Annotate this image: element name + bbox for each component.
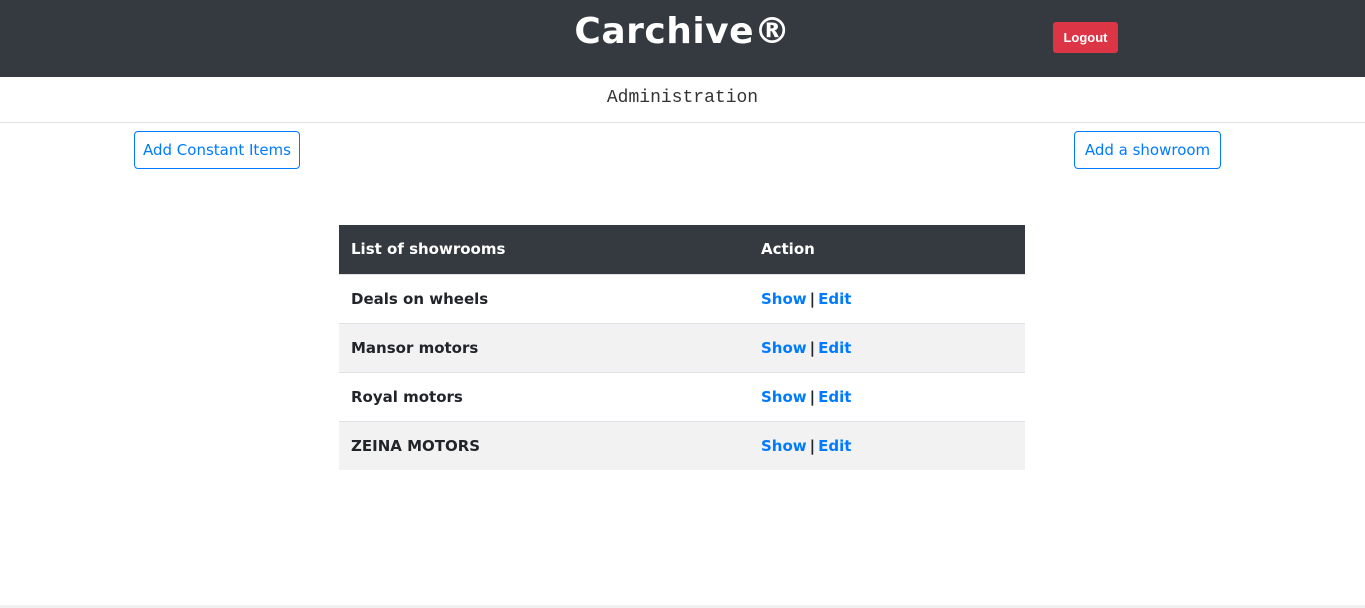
showrooms-table-container: List of showrooms Action Deals on wheels…	[339, 225, 1025, 470]
add-constant-items-button[interactable]: Add Constant Items	[134, 131, 300, 169]
separator: |	[809, 387, 816, 406]
column-header-showrooms: List of showrooms	[351, 240, 506, 259]
edit-link[interactable]: Edit	[818, 388, 851, 406]
action-cell: Show | Edit	[749, 274, 1025, 323]
edit-link[interactable]: Edit	[818, 437, 851, 455]
action-cell: Show | Edit	[749, 372, 1025, 421]
action-cell: Show | Edit	[749, 323, 1025, 372]
table-row: Mansor motors Show | Edit	[339, 323, 1025, 372]
page-title: Administration	[606, 88, 759, 108]
table-row: Royal motors Show | Edit	[339, 372, 1025, 421]
table-row: Deals on wheels Show | Edit	[339, 274, 1025, 323]
showroom-name: Deals on wheels	[351, 289, 489, 308]
separator: |	[809, 338, 816, 357]
table-header-row: List of showrooms Action	[339, 225, 1025, 274]
show-link[interactable]: Show	[761, 339, 807, 357]
separator: |	[809, 289, 816, 308]
action-cell: Show | Edit	[749, 421, 1025, 470]
logout-button[interactable]: Logout	[1053, 22, 1118, 53]
brand-title: Carchive®	[574, 11, 791, 52]
edit-link[interactable]: Edit	[818, 290, 851, 308]
add-showroom-button[interactable]: Add a showroom	[1074, 131, 1221, 169]
separator: |	[809, 436, 816, 455]
show-link[interactable]: Show	[761, 290, 807, 308]
edit-link[interactable]: Edit	[818, 339, 851, 357]
showroom-name: ZEINA MOTORS	[351, 436, 481, 455]
showroom-name: Mansor motors	[351, 338, 479, 357]
showrooms-table: List of showrooms Action Deals on wheels…	[339, 225, 1025, 470]
top-navbar: Carchive® Logout	[0, 0, 1365, 77]
table-row: ZEINA MOTORS Show | Edit	[339, 421, 1025, 470]
show-link[interactable]: Show	[761, 388, 807, 406]
showroom-name: Royal motors	[351, 387, 463, 406]
show-link[interactable]: Show	[761, 437, 807, 455]
column-header-action: Action	[761, 240, 815, 259]
page-subheader: Administration	[0, 77, 1365, 123]
